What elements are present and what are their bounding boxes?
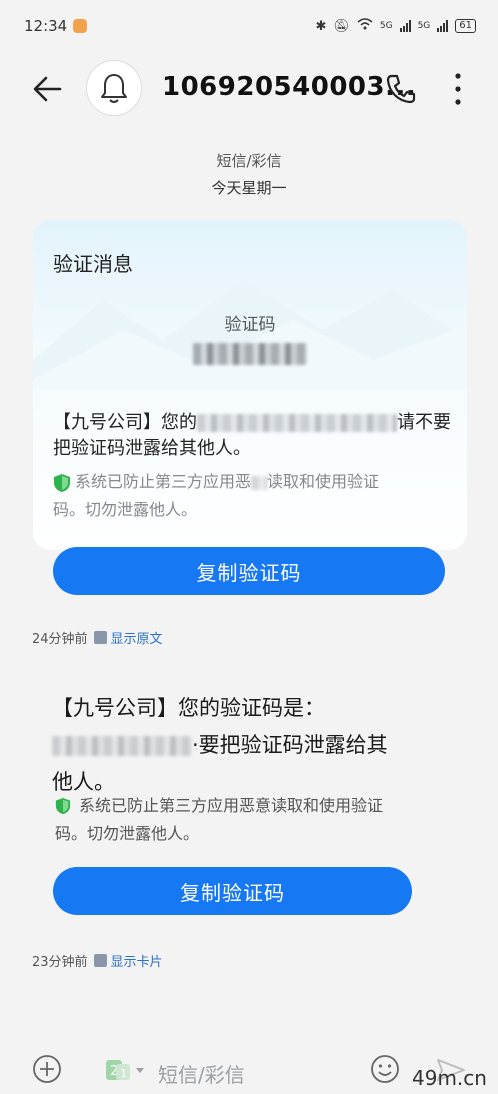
mute-icon: 🔕︎ — [333, 18, 350, 34]
masked-content — [197, 414, 397, 432]
masked-char — [251, 475, 268, 490]
shield-icon-message — [55, 798, 71, 814]
phone-call-icon[interactable] — [384, 72, 418, 106]
bluetooth-icon: ✱ — [315, 18, 327, 34]
card-text-line2: 把验证码泄露给其他人。 — [53, 438, 251, 459]
plus-circle-icon[interactable] — [32, 1054, 62, 1084]
verification-card: 验证消息 验证码 【九号公司】您的 请不要 把验证码泄露给其他人。 系统已防止第三… — [33, 220, 467, 550]
message-input[interactable]: 短信/彩信 — [158, 1059, 245, 1088]
message-notice-line2: 码。切勿泄露他人。 — [55, 824, 200, 843]
card-notice-part1: 系统已防止第三方应用恶 — [75, 472, 252, 491]
battery-icon: 61 — [455, 19, 476, 33]
status-right: ✱ 🔕︎ 5G 5G 61 — [315, 18, 476, 34]
watermark: 49m.cn — [412, 1066, 487, 1090]
signal-label-2: 5G — [417, 21, 431, 31]
copy-code-button-message[interactable]: 复制验证码 — [53, 867, 412, 915]
conversation-header: 106920540003... — [0, 56, 498, 120]
signal-icon-2 — [437, 20, 449, 32]
message-meta: 23分钟前 显示卡片 — [32, 951, 163, 970]
message-body: 【九号公司】您的验证码是： ·要把验证码泄露给其 他人。 — [52, 690, 432, 801]
card-timestamp: 24分钟前 — [32, 632, 88, 647]
emoji-icon[interactable] — [370, 1054, 400, 1084]
sim-2-icon — [93, 631, 107, 644]
show-card-label: 显示卡片 — [110, 955, 163, 970]
card-message-text: 【九号公司】您的 请不要 把验证码泄露给其他人。 — [53, 410, 453, 462]
code-label: 验证码 — [224, 315, 276, 335]
message-timestamp: 23分钟前 — [32, 955, 88, 970]
bell-icon — [101, 74, 127, 103]
card-meta: 24分钟前 显示原文 — [32, 628, 163, 647]
shield-icon — [54, 474, 70, 492]
message-line1: 【九号公司】您的验证码是： — [52, 696, 325, 720]
show-original-link[interactable]: 显示原文 — [93, 628, 163, 647]
message-notice-line1: 系统已防止第三方应用恶意读取和使用验证 — [79, 796, 384, 815]
date-separator: 今天星期一 — [211, 179, 287, 197]
card-text-suffix: 请不要 — [397, 412, 451, 433]
back-arrow-icon[interactable] — [30, 72, 64, 106]
verification-code-masked — [193, 343, 307, 365]
signal-label-1: 5G — [379, 21, 393, 31]
sim-selector-icon[interactable]: 2 1 — [104, 1058, 152, 1082]
message-line2: ·要把验证码泄露给其 — [52, 727, 432, 764]
battery-level: 61 — [459, 20, 472, 31]
show-card-link[interactable]: 显示卡片 — [93, 951, 163, 970]
card-text-prefix: 【九号公司】您的 — [53, 412, 197, 433]
avatar[interactable] — [86, 60, 142, 116]
more-options-icon[interactable] — [448, 70, 468, 108]
masked-code — [52, 736, 192, 756]
notification-app-icon — [73, 19, 88, 33]
contact-name[interactable]: 106920540003... — [162, 72, 416, 102]
svg-text:1: 1 — [120, 1067, 127, 1080]
copy-code-button-card[interactable]: 复制验证码 — [53, 547, 445, 595]
wifi-icon — [357, 18, 373, 34]
channel-label: 短信/彩信 — [216, 152, 282, 170]
message-line2-text: ·要把验证码泄露给其 — [192, 733, 388, 757]
card-title: 验证消息 — [53, 252, 133, 276]
card-notice-line1: 系统已防止第三方应用恶 读取和使用验证 — [75, 470, 379, 494]
show-original-label: 显示原文 — [110, 632, 163, 647]
status-bar: 12:34 ✱ 🔕︎ 5G 5G 61 — [0, 0, 498, 52]
status-time: 12:34 — [24, 17, 68, 35]
sim-2-icon — [93, 954, 107, 967]
status-left: 12:34 — [24, 17, 88, 35]
signal-icon-1 — [399, 20, 411, 32]
card-notice-part2: 读取和使用验证 — [267, 472, 380, 491]
card-notice-line2: 码。切勿泄露他人。 — [53, 500, 198, 519]
